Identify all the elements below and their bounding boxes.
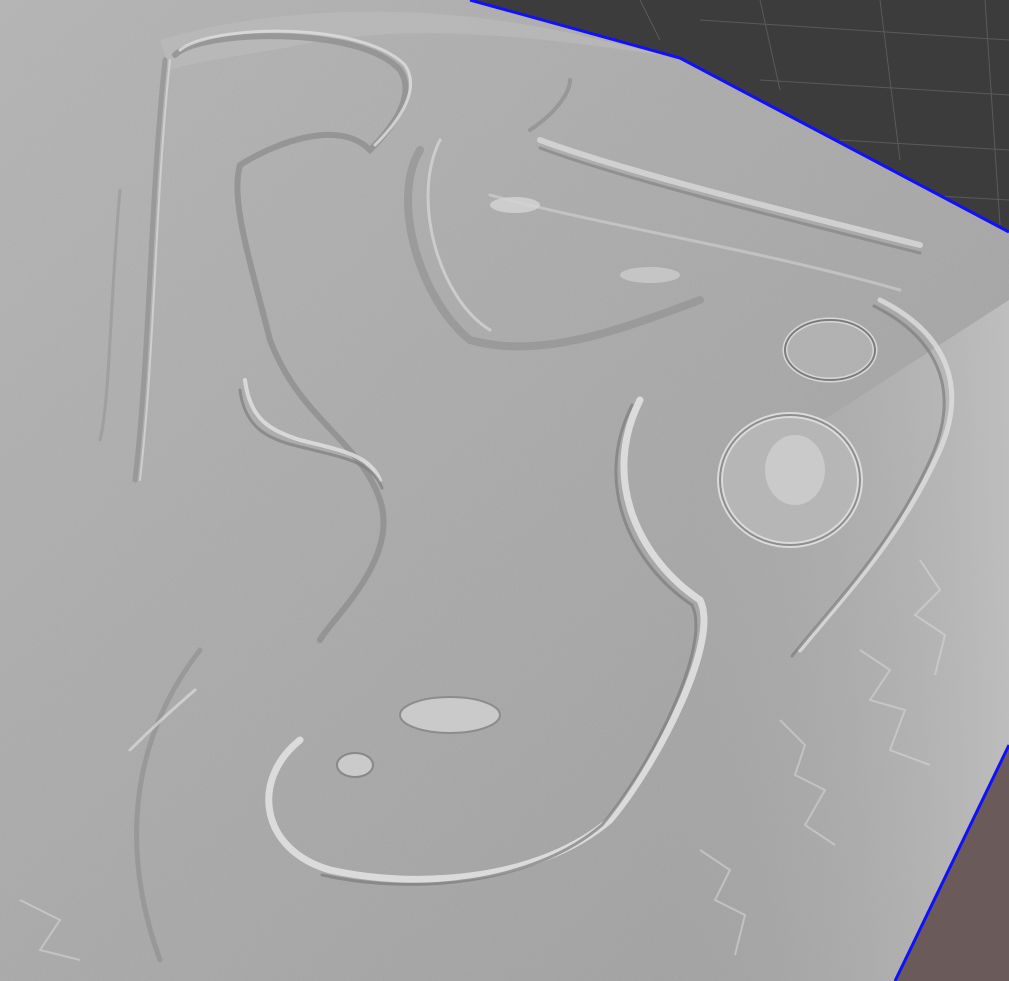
viewport-canvas[interactable] <box>0 0 1009 981</box>
terrain-mesh[interactable] <box>0 0 1009 981</box>
3d-viewport[interactable] <box>0 0 1009 981</box>
